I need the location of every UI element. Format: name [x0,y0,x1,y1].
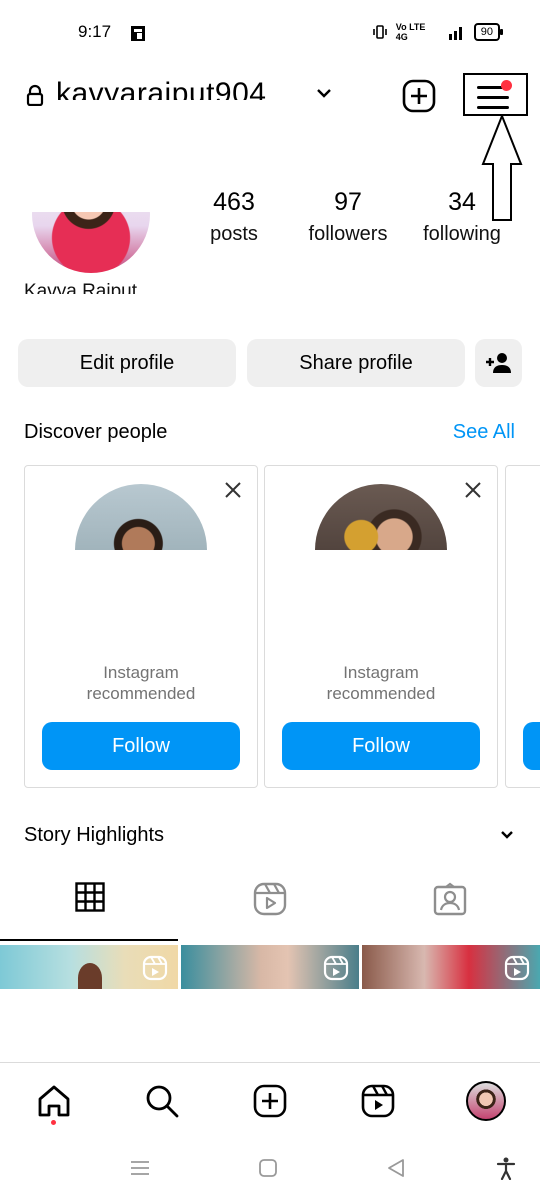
bottom-navigation [0,1062,540,1138]
nav-profile[interactable] [466,1081,506,1121]
suggestion-card[interactable]: Instagram recommended Follow [24,465,258,788]
signal-icon [448,27,462,40]
search-icon [146,1085,179,1118]
recents-icon[interactable] [128,1156,152,1180]
notification-dot [501,80,512,91]
follow-button[interactable]: Follow [282,722,480,770]
grid-post-thumbnail[interactable] [0,945,178,989]
stat-value: 97 [334,188,362,216]
menu-line-icon [477,96,509,99]
vibrate-icon [372,25,387,39]
stat-label: following [423,223,501,245]
grid-icon [75,882,105,912]
edit-profile-button[interactable]: Edit profile [18,339,236,387]
profile-avatar[interactable] [28,155,153,280]
nav-search[interactable] [142,1081,182,1121]
lock-icon [26,84,44,106]
close-icon[interactable] [463,480,483,500]
profile-avatar [466,1081,506,1121]
suggestion-avatar [75,484,207,550]
network-label: Vo LTE 4G [395,22,426,42]
suggestion-card-partial[interactable] [505,465,540,788]
discover-people-button[interactable] [475,339,522,387]
reel-badge-icon [142,955,168,981]
add-person-icon [485,353,511,373]
stat-label: followers [308,223,388,245]
nav-home[interactable] [34,1081,74,1121]
story-highlights-title[interactable]: Story Highlights [24,824,164,847]
discover-title: Discover people [24,421,168,443]
see-all-link[interactable]: See All [453,421,515,444]
status-time: 9:17 [78,22,112,41]
home-icon [38,1085,70,1117]
accessibility-icon[interactable] [494,1156,518,1180]
stat-label: posts [210,223,258,245]
follow-button[interactable]: Follow [42,722,240,770]
menu-button[interactable] [463,73,528,116]
nav-create[interactable] [250,1081,290,1121]
home-system-icon[interactable] [256,1156,280,1180]
new-post-icon[interactable] [402,79,436,113]
tagged-icon [433,882,467,916]
menu-line-icon [477,106,509,109]
stat-posts[interactable]: 463 posts [174,188,294,246]
suggestion-reason: Instagram recommended [265,662,497,704]
chevron-down-icon[interactable] [500,830,514,840]
chevron-down-icon[interactable] [316,87,332,99]
follow-button-partial[interactable] [523,722,540,770]
grid-post-thumbnail[interactable] [181,945,359,989]
notification-app-icon [131,26,145,41]
back-icon[interactable] [384,1156,408,1180]
reason-line: Instagram [103,663,179,682]
tab-tagged[interactable] [360,882,540,940]
suggestion-card[interactable]: Instagram recommended Follow [264,465,498,788]
tab-reels[interactable] [180,882,360,940]
reel-badge-icon [323,955,349,981]
reason-line: recommended [326,684,436,703]
battery-icon: 90 [473,23,504,41]
tab-posts-grid[interactable] [0,882,180,940]
suggestion-reason: Instagram recommended [25,662,257,704]
reels-icon [361,1084,395,1118]
reason-line: Instagram [343,663,419,682]
reels-icon [253,882,287,916]
stat-followers[interactable]: 97 followers [288,188,408,246]
reel-badge-icon [504,955,530,981]
status-bar: 9:17 Vo LTE 4G 90 [0,0,540,60]
suggestion-avatar [315,484,447,550]
grid-post-thumbnail[interactable] [362,945,540,989]
share-profile-button[interactable]: Share profile [247,339,465,387]
stat-following[interactable]: 34 following [402,188,522,246]
stat-value: 463 [213,188,255,216]
nav-reels[interactable] [358,1081,398,1121]
create-icon [253,1084,287,1118]
reason-line: recommended [86,684,196,703]
home-notification-dot [51,1120,56,1125]
active-tab-indicator [0,939,178,941]
username-switcher[interactable]: kavyarajput904 [56,74,308,100]
full-name: Kavya Rajput [24,283,138,294]
system-navigation-bar [0,1140,540,1200]
status-icons: Vo LTE 4G 90 [372,22,504,42]
close-icon[interactable] [223,480,243,500]
profile-header: kavyarajput904 [0,70,540,130]
stat-value: 34 [448,188,476,216]
